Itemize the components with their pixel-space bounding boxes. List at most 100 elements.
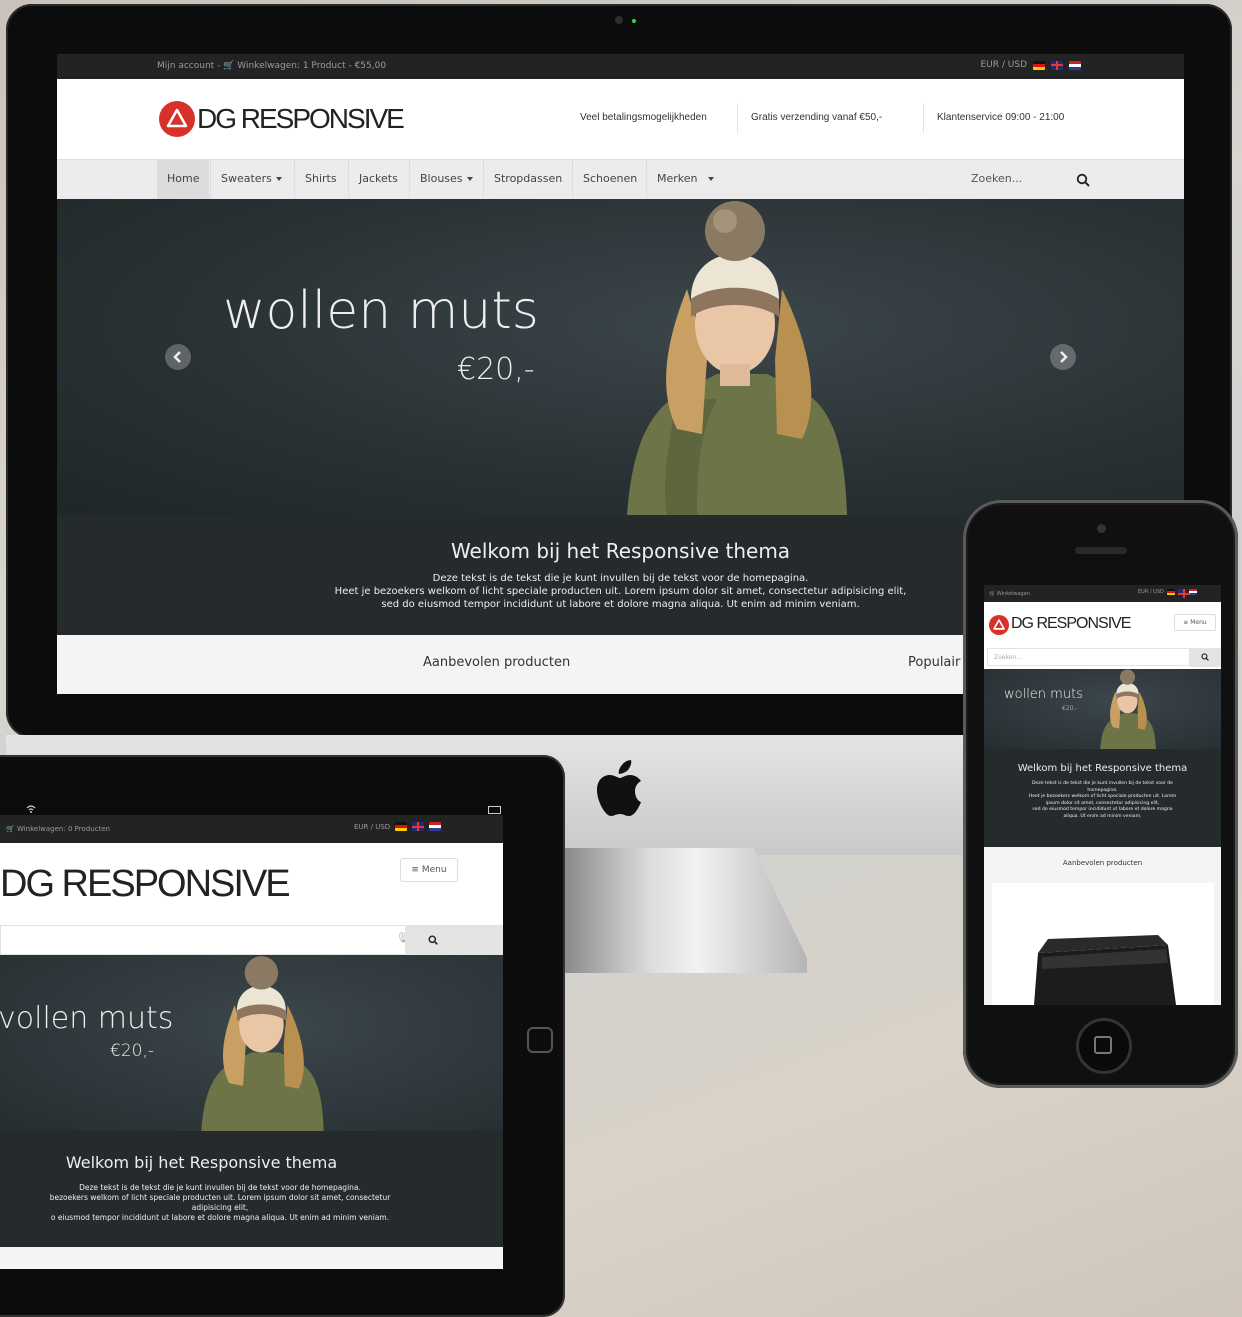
nav-item-stropdassen[interactable]: Stropdassen bbox=[483, 160, 572, 200]
tab-featured-products[interactable]: Aanbevolen producten bbox=[423, 655, 570, 670]
hamburger-icon: ≡ bbox=[411, 865, 419, 875]
top-bar-right: EUR / USD bbox=[354, 822, 442, 831]
hero-price: €20,- bbox=[457, 352, 535, 387]
welcome-text-line: o eiusmod tempor incididunt ut labore et… bbox=[50, 1213, 390, 1222]
english-flag-icon[interactable] bbox=[1177, 589, 1190, 598]
hero-slider: wollen muts €20,- bbox=[984, 669, 1221, 749]
hero-slider: wollen muts €20,- bbox=[57, 199, 1184, 515]
welcome-title: Welkom bij het Responsive thema bbox=[1017, 763, 1188, 774]
cart-icon: 🛒 bbox=[6, 825, 17, 833]
hero-title: vollen muts bbox=[0, 1001, 174, 1036]
model-photo bbox=[1100, 669, 1156, 749]
iphone-home-button bbox=[1076, 1018, 1132, 1074]
imac-camera bbox=[615, 16, 623, 24]
logo-text[interactable]: DG RESPONSIVE bbox=[1011, 615, 1131, 633]
caret-down-icon bbox=[275, 177, 282, 181]
status-bar bbox=[0, 803, 503, 815]
german-flag-icon[interactable] bbox=[1033, 60, 1045, 70]
cart-link[interactable]: 🛒 Winkelwagen: 0 Producten bbox=[6, 825, 110, 833]
nav-item-home[interactable]: Home bbox=[157, 160, 210, 200]
search-button[interactable] bbox=[405, 925, 503, 955]
top-bar: 🛒 Winkelwagen: 0 Producten EUR / USD bbox=[0, 815, 503, 843]
welcome-text-line: aliqua. Ut enim ad minim veniam. bbox=[1063, 813, 1142, 819]
english-flag-icon[interactable] bbox=[1051, 60, 1063, 70]
hero-slider: vollen muts €20,- bbox=[0, 955, 503, 1131]
menu-button[interactable]: ≡ Menu bbox=[400, 858, 458, 882]
slider-prev-button[interactable] bbox=[165, 344, 191, 370]
iphone-speaker bbox=[1075, 547, 1127, 554]
welcome-text-line: Deze tekst is de tekst die je kunt invul… bbox=[79, 1183, 361, 1192]
tab-popular[interactable]: Populair bbox=[908, 655, 960, 670]
welcome-title: Welkom bij het Responsive thema bbox=[65, 1153, 338, 1172]
caret-down-icon bbox=[466, 177, 473, 181]
hero-price: €20,- bbox=[110, 1041, 154, 1061]
currency-switcher[interactable]: EUR / USD bbox=[980, 60, 1027, 70]
iphone-camera bbox=[1097, 524, 1106, 533]
top-bar: 🛒 Winkelwagen EUR / USD bbox=[984, 585, 1221, 602]
nav-item-sweaters[interactable]: Sweaters bbox=[210, 160, 292, 200]
top-bar-right: EUR / USD bbox=[980, 60, 1081, 70]
dutch-flag-icon[interactable] bbox=[429, 822, 442, 831]
slider-next-button[interactable] bbox=[1050, 344, 1076, 370]
cart-link[interactable]: Winkelwagen: 1 Product - €55,00 bbox=[237, 61, 386, 71]
battery-icon bbox=[488, 806, 501, 814]
product-tabs: Aanbevolen producten bbox=[984, 847, 1221, 1005]
cart-icon: 🛒 bbox=[223, 61, 235, 71]
search-icon bbox=[428, 935, 438, 945]
usp-shipping: Gratis verzending vanaf €50,- bbox=[751, 112, 883, 123]
site-header: DG RESPONSIVE Veel betalingsmogelijkhede… bbox=[57, 79, 1184, 159]
dutch-flag-icon[interactable] bbox=[1188, 589, 1197, 595]
search-icon bbox=[1201, 653, 1209, 661]
model-photo bbox=[627, 201, 847, 515]
search-input[interactable]: 🎙 bbox=[0, 925, 409, 955]
wifi-icon bbox=[26, 805, 36, 813]
hero-title: wollen muts bbox=[1004, 687, 1083, 702]
usp-payment: Veel betalingsmogelijkheden bbox=[580, 112, 707, 123]
dutch-flag-icon[interactable] bbox=[1069, 60, 1081, 70]
caret-down-icon bbox=[707, 177, 714, 181]
hamburger-icon: ≡ bbox=[1183, 619, 1189, 626]
usp-divider bbox=[737, 103, 738, 133]
main-nav: Home Sweaters Shirts Jackets Blouses Str… bbox=[57, 159, 1184, 201]
german-flag-icon[interactable] bbox=[395, 822, 408, 831]
english-flag-icon[interactable] bbox=[412, 822, 425, 831]
chevron-right-icon bbox=[1060, 351, 1068, 363]
nav-item-jackets[interactable]: Jackets bbox=[348, 160, 408, 200]
search-input[interactable]: Zoeken... bbox=[971, 172, 1022, 185]
search-input[interactable]: Zoeken... bbox=[987, 648, 1190, 666]
top-bar-right: EUR / USD bbox=[1138, 589, 1197, 598]
logo-mark-icon bbox=[159, 101, 195, 137]
wallet-product-image bbox=[1034, 935, 1176, 1005]
nav-item-blouses[interactable]: Blouses bbox=[409, 160, 483, 200]
product-card[interactable] bbox=[992, 883, 1214, 1005]
logo-text[interactable]: DG RESPONSIVE bbox=[0, 863, 291, 906]
tab-featured-products[interactable]: Aanbevolen producten bbox=[984, 859, 1221, 867]
top-bar-left: Mijn account - 🛒 Winkelwagen: 1 Product … bbox=[157, 61, 386, 71]
imac-stand bbox=[565, 848, 807, 973]
logo-mark-icon bbox=[989, 615, 1009, 635]
imac-led bbox=[632, 19, 636, 23]
hero-price: €20,- bbox=[1062, 705, 1078, 712]
german-flag-icon[interactable] bbox=[1166, 589, 1175, 595]
search-icon[interactable] bbox=[1076, 173, 1090, 187]
nav-item-schoenen[interactable]: Schoenen bbox=[572, 160, 647, 200]
top-bar: Mijn account - 🛒 Winkelwagen: 1 Product … bbox=[57, 54, 1184, 79]
currency-switcher[interactable]: EUR / USD bbox=[1138, 589, 1164, 595]
welcome-section: Welkom bij het Responsive thema Deze tek… bbox=[0, 1131, 503, 1247]
welcome-text-line: adipisicing elit, bbox=[191, 1203, 249, 1212]
tablet-screen: 🛒 Winkelwagen: 0 Producten EUR / USD DG … bbox=[0, 803, 503, 1269]
separator: - bbox=[217, 61, 221, 71]
apple-logo-icon bbox=[597, 760, 641, 816]
product-tabs bbox=[0, 1247, 503, 1269]
nav-item-shirts[interactable]: Shirts bbox=[294, 160, 347, 200]
chevron-left-icon bbox=[173, 351, 181, 363]
cart-link[interactable]: 🛒 Winkelwagen bbox=[989, 591, 1030, 597]
search-button[interactable] bbox=[1190, 648, 1221, 667]
currency-switcher[interactable]: EUR / USD bbox=[354, 823, 390, 831]
hero-title: wollen muts bbox=[223, 281, 539, 341]
ipad-home-button bbox=[527, 1027, 553, 1053]
cart-icon: 🛒 bbox=[989, 591, 997, 597]
nav-item-merken[interactable]: Merken bbox=[646, 160, 724, 200]
account-link[interactable]: Mijn account bbox=[157, 61, 214, 71]
menu-button[interactable]: ≡ Menu bbox=[1174, 614, 1216, 631]
